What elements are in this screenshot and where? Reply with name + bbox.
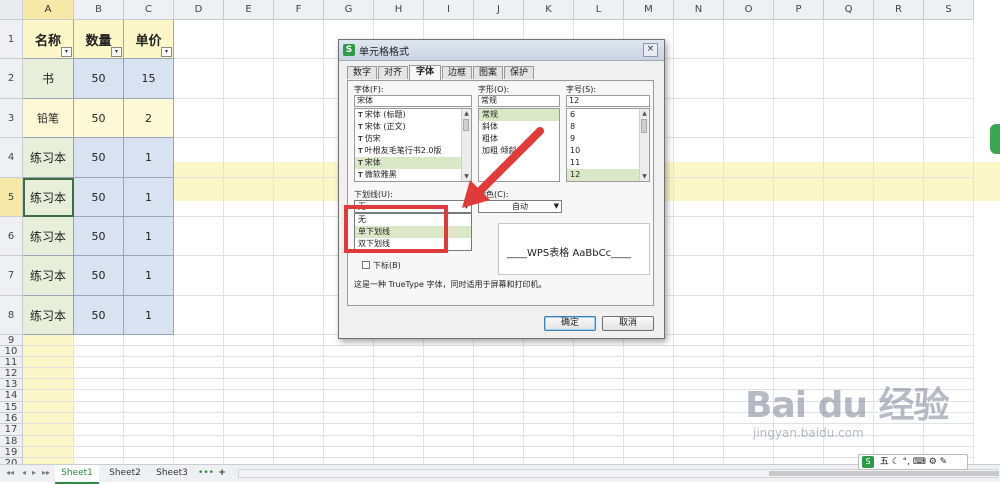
- prev-sheet-icon[interactable]: ◂: [22, 468, 26, 477]
- watermark-brand: Bai du 经验: [745, 385, 950, 426]
- tab-sheet2[interactable]: Sheet2: [103, 465, 147, 482]
- baidu-jingyan-watermark: Bai du 经验 jingyan.baidu.com: [745, 376, 950, 440]
- ime-logo-icon: S: [862, 455, 874, 468]
- horizontal-scrollbar[interactable]: [238, 469, 999, 478]
- watermark-url: jingyan.baidu.com: [753, 426, 864, 440]
- sheet-tab-bar: ◂◂ ◂ ▸ ▸▸ Sheet1 Sheet2 Sheet3 ••• +: [0, 464, 1000, 484]
- more-sheets-icon[interactable]: •••: [198, 465, 214, 482]
- tab-sheet1[interactable]: Sheet1: [55, 465, 99, 484]
- add-sheet-icon[interactable]: +: [216, 465, 228, 482]
- tab-sheet3[interactable]: Sheet3: [150, 465, 194, 482]
- ime-status-text: 五 ☾ °, ⌨ ⚙ ✎: [879, 457, 948, 467]
- ime-toolbar[interactable]: S 五 ☾ °, ⌨ ⚙ ✎: [858, 454, 968, 470]
- scroll-thumb[interactable]: [769, 471, 999, 476]
- last-sheet-icon[interactable]: ▸▸: [42, 468, 50, 477]
- next-sheet-icon[interactable]: ▸: [32, 468, 36, 477]
- first-sheet-icon[interactable]: ◂◂: [6, 468, 14, 477]
